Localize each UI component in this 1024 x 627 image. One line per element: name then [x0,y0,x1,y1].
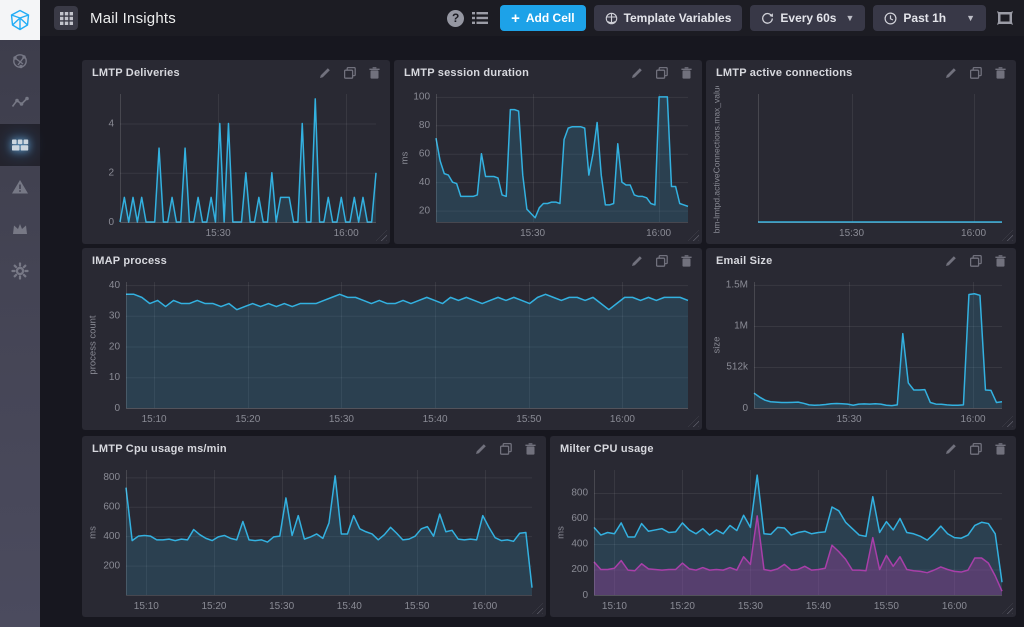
chevron-down-icon: ▼ [966,13,975,23]
add-cell-label: Add Cell [526,11,575,25]
sidebar-item-dashboards[interactable] [0,124,40,166]
sidebar-item-admin[interactable] [0,208,40,250]
trash-icon[interactable] [525,443,536,455]
page-title: Mail Insights [90,10,176,27]
sidebar-item-alerts[interactable] [0,166,40,208]
host-list-icon [10,51,30,71]
edit-pencil-icon[interactable] [945,443,957,455]
dashboard-cell[interactable]: LMTP session duration [394,60,702,244]
panel-title: Milter CPU usage [560,443,654,455]
trash-icon[interactable] [995,255,1006,267]
duplicate-icon[interactable] [656,67,668,79]
dashboard-cell[interactable]: Email Size [706,248,1016,430]
dashboard-cell[interactable]: LMTP active connections [706,60,1016,244]
refresh-icon [761,12,774,25]
sidebar [0,0,40,627]
chevron-down-icon: ▼ [845,13,854,23]
grid-icon [60,12,73,25]
dashboards-icon [10,135,30,155]
sidebar-item-data-explorer[interactable] [0,82,40,124]
chronograf-logo-icon [8,8,32,32]
dashboard-cell[interactable]: LMTP Deliveries [82,60,390,244]
add-cell-button[interactable]: + Add Cell [500,5,585,31]
refresh-interval-label: Every 60s [780,11,836,25]
sidebar-item-settings[interactable] [0,250,40,292]
dashboard-cell[interactable]: LMTP Cpu usage ms/min [82,436,546,617]
refresh-interval-dropdown[interactable]: Every 60s ▼ [750,5,865,31]
chronograf-logo[interactable] [0,0,40,40]
app-window: Mail Insights ? + Add Cell [0,0,1024,627]
panel-title: LMTP Deliveries [92,67,180,79]
presentation-mode-button[interactable] [996,11,1014,25]
trash-icon[interactable] [995,443,1006,455]
data-explorer-icon [10,93,30,113]
plus-icon: + [511,11,520,26]
dashboard-grid: LMTP Deliveries [40,36,1024,627]
edit-pencil-icon[interactable] [945,255,957,267]
crown-icon [10,219,30,239]
panel-title: LMTP active connections [716,67,852,79]
edit-pencil-icon[interactable] [319,67,331,79]
panel-title: IMAP process [92,255,167,267]
panel-title: LMTP session duration [404,67,529,79]
alert-triangle-icon [10,177,30,197]
dashboard-cell[interactable]: Milter CPU usage [550,436,1016,617]
edit-pencil-icon[interactable] [631,255,643,267]
gear-icon [10,261,30,281]
time-range-dropdown[interactable]: Past 1h ▼ [873,5,986,31]
duplicate-icon[interactable] [970,67,982,79]
help-icon: ? [447,10,464,27]
edit-pencil-icon[interactable] [475,443,487,455]
duplicate-icon[interactable] [344,67,356,79]
topbar: Mail Insights ? + Add Cell [40,0,1024,36]
duplicate-icon[interactable] [656,255,668,267]
help-button[interactable]: ? [447,10,464,27]
trash-icon[interactable] [995,67,1006,79]
list-icon [472,11,488,25]
presentation-mode-icon [996,11,1014,25]
sidebar-nav [0,40,40,292]
edit-pencil-icon[interactable] [945,67,957,79]
dashboard-grid-button[interactable] [54,6,78,30]
clock-icon [884,12,897,25]
trash-icon[interactable] [681,255,692,267]
log-list-button[interactable] [472,11,488,25]
duplicate-icon[interactable] [500,443,512,455]
dashboard-cell[interactable]: IMAP process [82,248,702,430]
edit-pencil-icon[interactable] [631,67,643,79]
duplicate-icon[interactable] [970,255,982,267]
panel-title: Email Size [716,255,772,267]
sidebar-item-host-list[interactable] [0,40,40,82]
cube-icon [605,12,618,25]
trash-icon[interactable] [369,67,380,79]
time-range-label: Past 1h [903,11,946,25]
template-variables-label: Template Variables [624,11,732,25]
duplicate-icon[interactable] [970,443,982,455]
template-variables-button[interactable]: Template Variables [594,5,743,31]
trash-icon[interactable] [681,67,692,79]
panel-title: LMTP Cpu usage ms/min [92,443,227,455]
